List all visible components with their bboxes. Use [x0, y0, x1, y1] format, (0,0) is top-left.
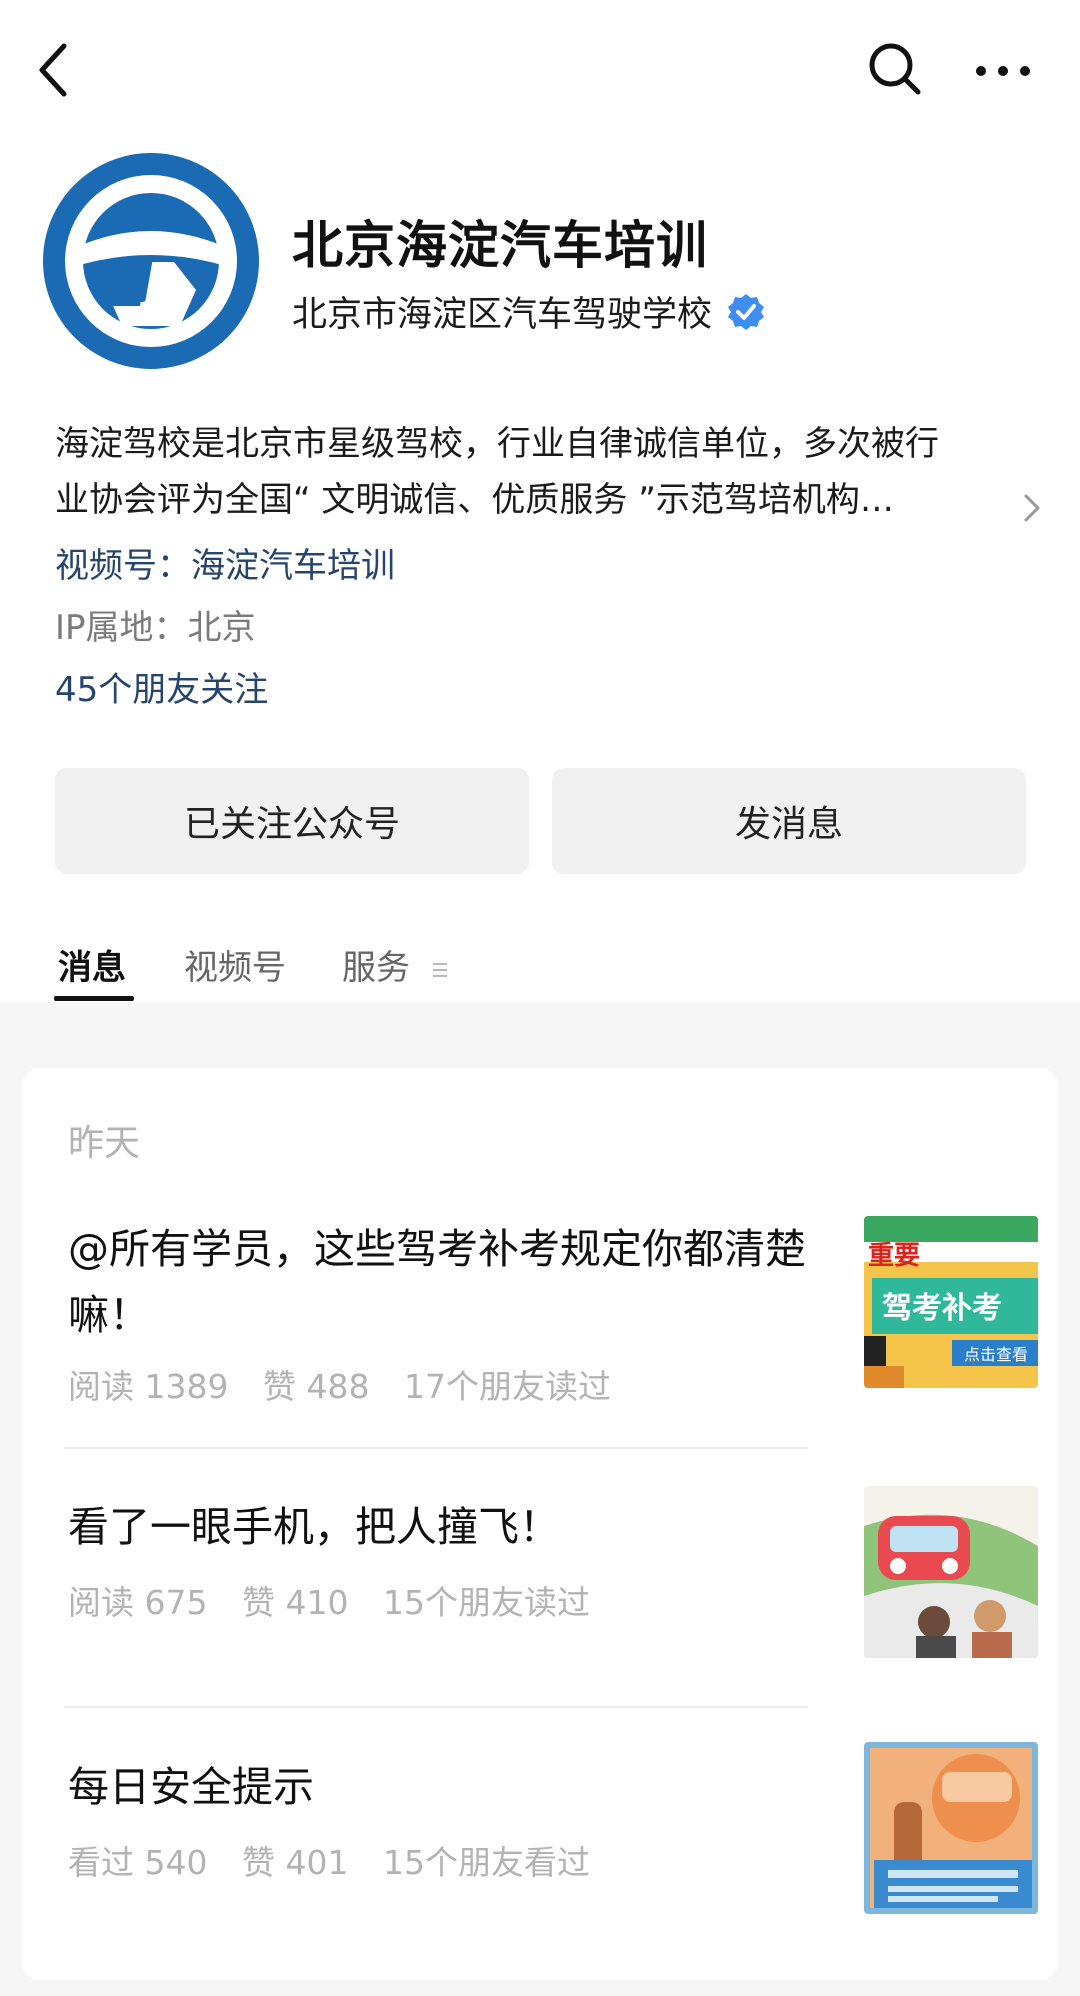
- read-count: 阅读 1389: [68, 1367, 229, 1406]
- more-button[interactable]: [972, 46, 1034, 96]
- tab-services-label: 服务: [342, 948, 410, 988]
- video-channel-link[interactable]: 视频号：海淀汽车培训: [55, 538, 395, 587]
- article-stats: 阅读 1389 赞 488 17个朋友读过: [68, 1360, 635, 1408]
- avatar[interactable]: J: [40, 150, 262, 372]
- organization-name: 北京市海淀区汽车驾驶学校: [292, 295, 713, 335]
- article-title: 看了一眼手机，把人撞飞！: [68, 1503, 560, 1551]
- back-button[interactable]: [30, 38, 80, 102]
- safety-tip-thumbnail: [864, 1742, 1038, 1914]
- description-line-1: 海淀驾校是北京市星级驾校，行业自律诚信单位，多次被行: [55, 424, 939, 464]
- article-title: @所有学员，这些驾考补考规定你都清楚嘛！: [68, 1225, 806, 1339]
- article-thumbnail: [864, 1486, 1038, 1658]
- search-icon: [869, 43, 921, 95]
- date-label: 昨天: [68, 1123, 141, 1164]
- article-stats: 看过 540 赞 401 15个朋友看过: [68, 1836, 614, 1884]
- tab-bar: 消息 视频号 服务: [0, 930, 1080, 1002]
- followed-button[interactable]: 已关注公众号: [55, 768, 529, 874]
- thumb-important-text: 重要: [868, 1241, 920, 1271]
- divider: [64, 1706, 808, 1708]
- thumb-cta-text: 点击查看: [964, 1345, 1028, 1364]
- like-count: 赞 410: [241, 1583, 349, 1622]
- description-line-2: 业协会评为全国“ 文明诚信、优质服务 ”示范驾培机构…: [55, 480, 894, 520]
- tab-messages[interactable]: 消息: [58, 940, 126, 989]
- exam-retake-thumbnail: 重要 驾考补考 点击查看: [864, 1216, 1038, 1388]
- car-accident-thumbnail: [864, 1486, 1038, 1658]
- thumb-headline-text: 驾考补考: [882, 1291, 1002, 1326]
- like-count: 赞 488: [262, 1367, 370, 1406]
- ip-location: IP属地：北京: [55, 608, 256, 648]
- send-message-button[interactable]: 发消息: [552, 768, 1026, 874]
- like-count: 赞 401: [241, 1843, 349, 1882]
- article-item[interactable]: @所有学员，这些驾考补考规定你都清楚嘛！ 阅读 1389 赞 488 17个朋友…: [68, 1216, 1038, 1416]
- read-count: 阅读 675: [68, 1583, 208, 1622]
- friends-viewed: 15个朋友看过: [382, 1843, 590, 1882]
- article-title: 每日安全提示: [68, 1763, 314, 1811]
- article-stats: 阅读 675 赞 410 15个朋友读过: [68, 1576, 614, 1624]
- top-bar: [0, 0, 1080, 140]
- verified-icon: [728, 293, 765, 330]
- article-thumbnail: [864, 1742, 1038, 1914]
- more-icon: [976, 66, 1030, 76]
- divider: [64, 1447, 808, 1449]
- search-button[interactable]: [862, 36, 928, 102]
- account-name: 北京海淀汽车培训: [292, 217, 709, 276]
- steering-wheel-logo: J: [43, 153, 259, 369]
- view-count: 看过 540: [68, 1843, 208, 1882]
- chevron-right-icon: [1024, 494, 1040, 522]
- message-card: 昨天 @所有学员，这些驾考补考规定你都清楚嘛！ 阅读 1389 赞 488 17…: [22, 1068, 1058, 1980]
- menu-icon: [432, 962, 447, 977]
- chevron-left-icon: [39, 43, 67, 97]
- article-item[interactable]: 每日安全提示 看过 540 赞 401 15个朋友看过: [68, 1742, 1038, 1914]
- tab-services[interactable]: 服务: [342, 940, 449, 989]
- friends-read: 15个朋友读过: [382, 1583, 590, 1622]
- profile-header: J 北京海淀汽车培训 北京市海淀区汽车驾驶学校: [0, 150, 1080, 380]
- article-thumbnail: 重要 驾考补考 点击查看: [864, 1216, 1038, 1388]
- account-description[interactable]: 海淀驾校是北京市星级驾校，行业自律诚信单位，多次被行 业协会评为全国“ 文明诚信…: [55, 416, 1040, 528]
- organization-row[interactable]: 北京市海淀区汽车驾驶学校: [292, 286, 766, 337]
- friends-read: 17个朋友读过: [403, 1367, 611, 1406]
- friends-following-link[interactable]: 45个朋友关注: [55, 662, 268, 711]
- active-tab-indicator: [54, 996, 134, 1001]
- article-item[interactable]: 看了一眼手机，把人撞飞！ 阅读 675 赞 410 15个朋友读过: [68, 1486, 1038, 1658]
- tab-video-channel[interactable]: 视频号: [184, 940, 286, 989]
